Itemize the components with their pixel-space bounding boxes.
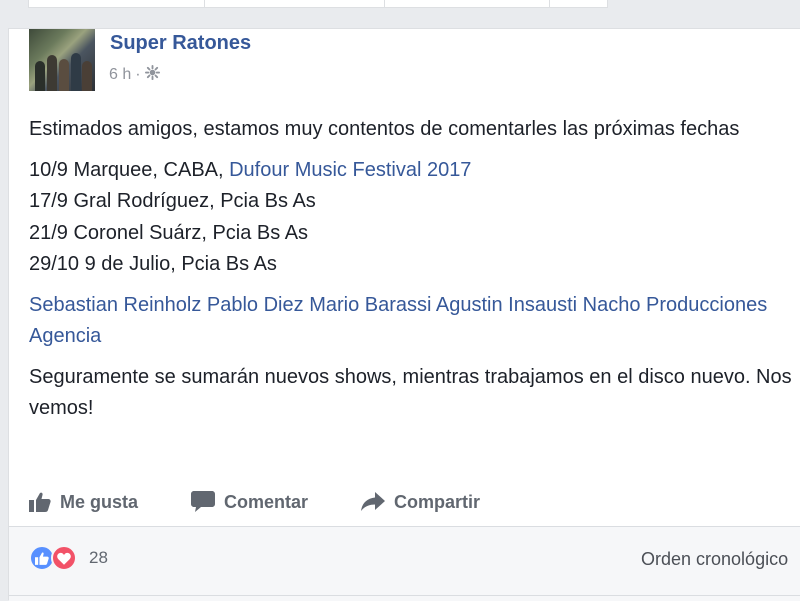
share-label: Compartir	[394, 491, 481, 512]
previous-post-toolbar	[28, 0, 608, 8]
post-dates: 10/9 Marquee, CABA, Dufour Music Festiva…	[29, 155, 799, 281]
event-link[interactable]: Dufour Music Festival 2017	[229, 159, 471, 181]
avatar-figure	[47, 55, 57, 91]
tag-link[interactable]: Pablo Diez	[207, 294, 304, 316]
globe-icon[interactable]	[144, 65, 160, 84]
share-button[interactable]: Compartir	[361, 492, 480, 513]
tag-link[interactable]: Agustin Insausti	[436, 294, 577, 316]
avatar-figure	[59, 59, 69, 91]
toolbar-divider	[549, 0, 550, 8]
avatar-figure	[35, 61, 45, 91]
comment-button[interactable]: Comentar	[191, 491, 308, 513]
avatar-figure	[71, 53, 81, 91]
post-timestamp[interactable]: 6 h	[109, 66, 131, 84]
avatar[interactable]	[29, 29, 95, 91]
comment-icon	[191, 491, 216, 513]
avatar-figure	[82, 61, 92, 91]
reactions-bar: 28 Orden cronológico	[9, 527, 800, 601]
date-line-4: 29/10 9 de Julio, Pcia Bs As	[29, 253, 277, 275]
post-actions: Me gusta Comentar Compartir	[29, 484, 533, 520]
heart-reaction-icon	[51, 545, 77, 571]
like-button[interactable]: Me gusta	[29, 492, 138, 513]
post-card: Super Ratones 6 h · Estimados amigos, es…	[8, 28, 800, 601]
date-line-3: 21/9 Coronel Suárz, Pcia Bs As	[29, 221, 309, 244]
thumbs-up-icon	[29, 492, 51, 512]
bottom-divider	[9, 595, 800, 596]
share-arrow-icon	[361, 492, 386, 512]
toolbar-divider	[204, 0, 205, 8]
reaction-count[interactable]: 28	[89, 548, 108, 568]
toolbar-divider	[384, 0, 385, 8]
date-line-1: 10/9 Marquee, CABA,	[29, 158, 230, 181]
tag-link[interactable]: Mario Barassi	[309, 294, 431, 316]
tag-link[interactable]: Sebastian Reinholz	[29, 294, 201, 316]
meta-separator: ·	[135, 65, 141, 83]
comment-label: Comentar	[224, 491, 309, 512]
date-line-2: 17/9 Gral Rodríguez, Pcia Bs As	[29, 190, 316, 212]
post-meta: 6 h ·	[109, 65, 160, 84]
post-author[interactable]: Super Ratones	[110, 32, 251, 55]
post-intro: Estimados amigos, estamos muy contentos …	[29, 118, 740, 140]
post-closing: Seguramente se sumarán nuevos shows, mie…	[29, 365, 792, 420]
reaction-icons[interactable]	[29, 545, 77, 571]
post-body: Estimados amigos, estamos muy contentos …	[29, 114, 799, 425]
like-label: Me gusta	[60, 491, 139, 512]
post-tags: Sebastian Reinholz Pablo Diez Mario Bara…	[29, 290, 799, 353]
comment-order-dropdown[interactable]: Orden cronológico	[641, 549, 788, 570]
